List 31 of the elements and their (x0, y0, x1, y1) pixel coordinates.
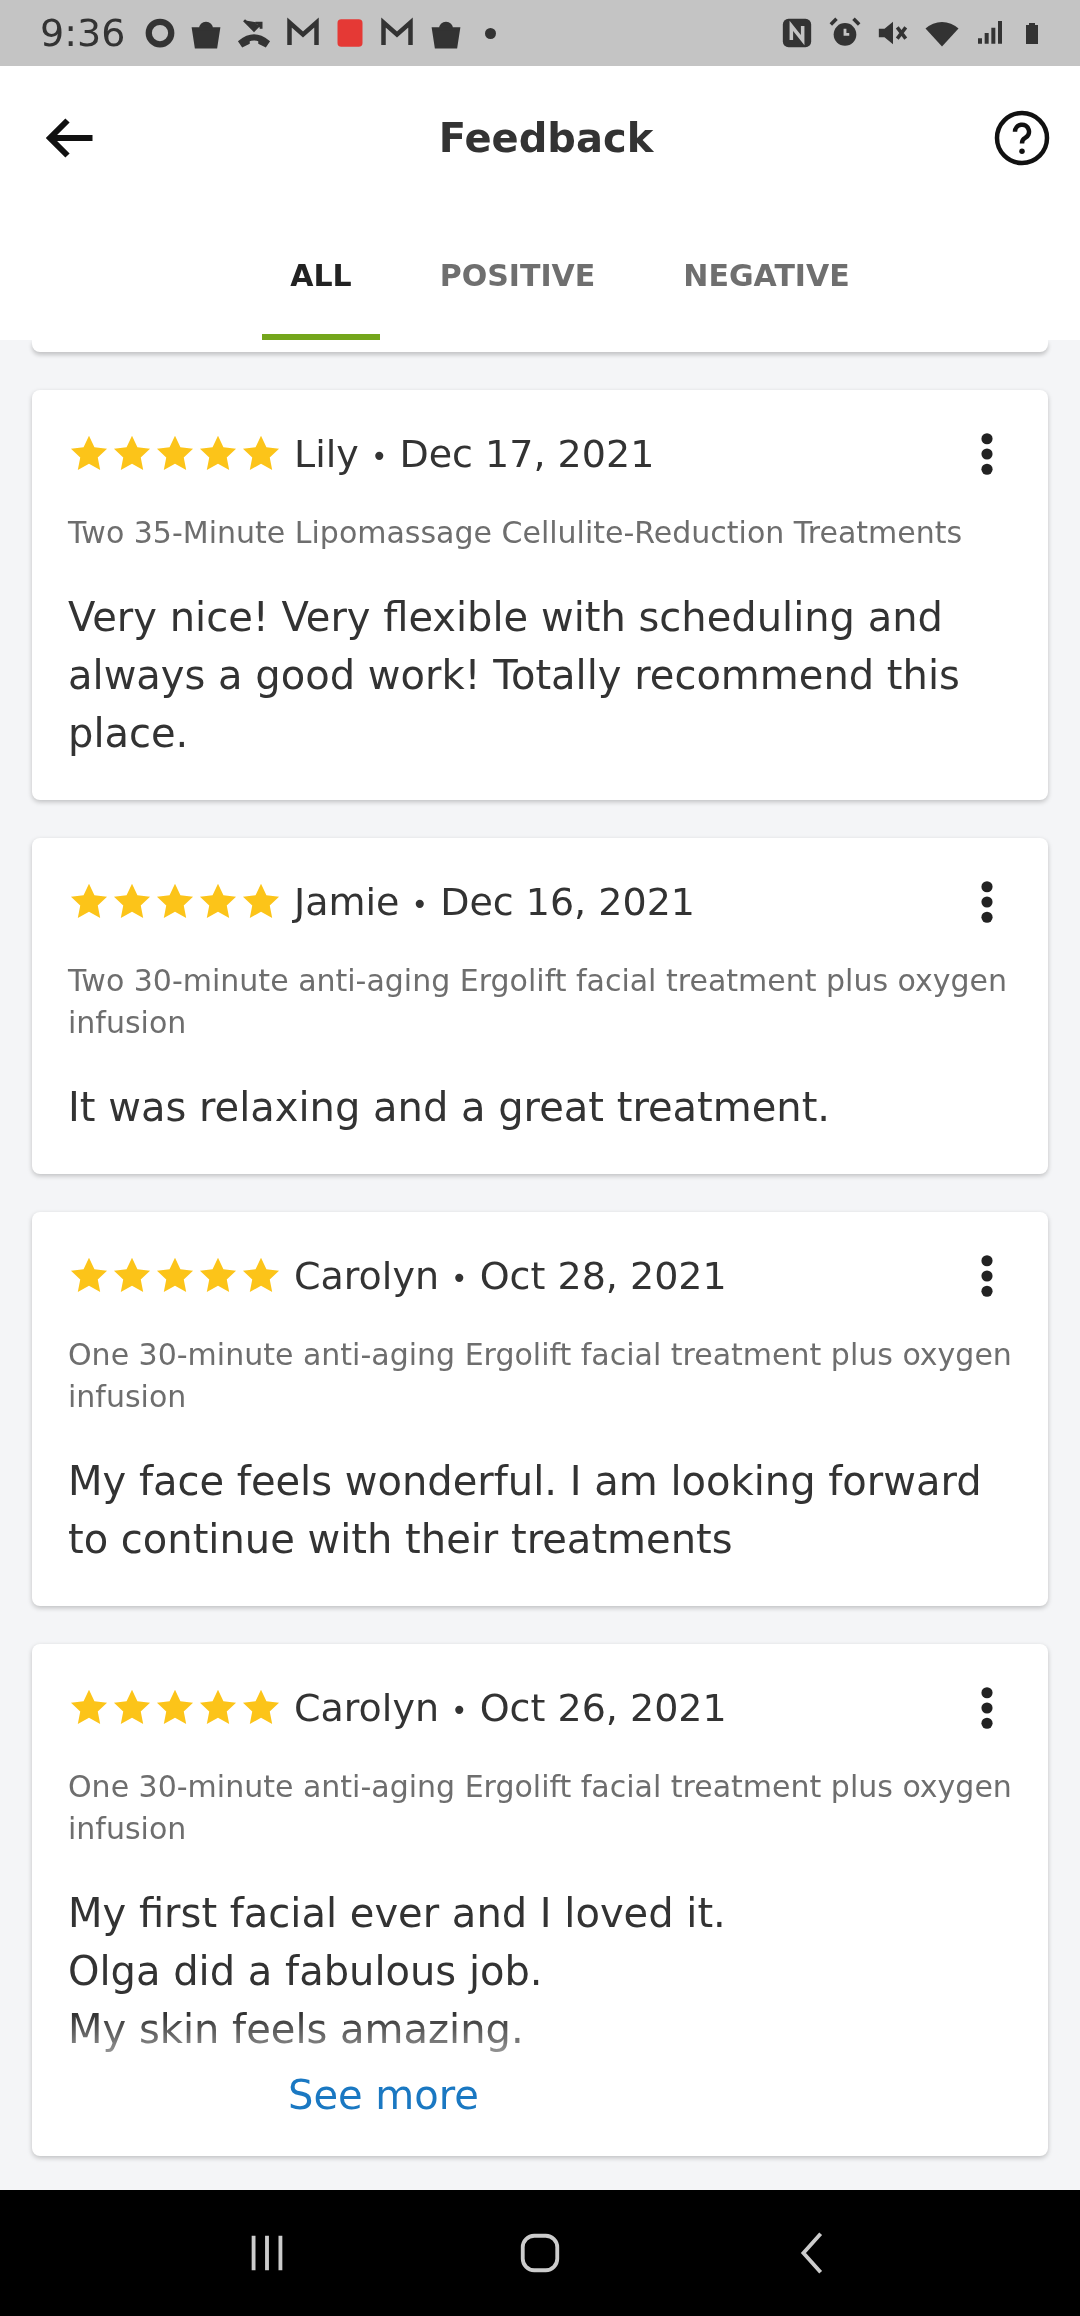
reviewer-name: Jamie (294, 880, 400, 924)
review-text: My first facial ever and I loved it. Olga did a fabulous job. My skin feels amazing. (68, 1889, 727, 2054)
review-text: Very nice! Very flexible with scheduling and always a good work! Totally recommend this place. (68, 593, 961, 758)
review-date: Dec 17, 2021 (399, 432, 655, 476)
separator: • (370, 440, 388, 473)
reviewer-name: Lily (294, 432, 359, 476)
review-date: Oct 26, 2021 (479, 1686, 727, 1730)
help-icon[interactable] (992, 108, 1052, 168)
status-time: 9:36 (40, 11, 126, 55)
filter-tab[interactable]: POSITIVE (411, 210, 624, 340)
see-more-link[interactable]: See more (288, 2072, 479, 2118)
more-options-icon[interactable] (980, 1686, 994, 1730)
service-name: One 30-minute anti-aging Ergolift facial treatment plus oxygen infusion (68, 1336, 1012, 1416)
separator: • (451, 1262, 468, 1295)
reviewer-name: Carolyn (294, 1686, 439, 1730)
dot-icon (485, 27, 497, 39)
review-date: Oct 28, 2021 (479, 1254, 727, 1298)
review-date: Dec 16, 2021 (440, 880, 695, 924)
more-options-icon[interactable] (980, 432, 994, 476)
service-name: Two 30-minute anti-aging Ergolift facial treatment plus oxygen infusion (68, 962, 1009, 1042)
review-text: My face feels wonderful. I am looking forward to continue with their treatments (68, 1457, 983, 1564)
review-text: It was relaxing and a great treatment. (68, 1083, 832, 1132)
more-options-icon[interactable] (980, 880, 994, 924)
filter-tab[interactable]: NEGATIVE (655, 210, 878, 340)
service-name: Two 35-Minute Lipomassage Cellulite-Reduction Treatments (68, 514, 964, 552)
separator: • (411, 888, 429, 921)
reviewer-name: Carolyn (294, 1254, 439, 1298)
service-name: One 30-minute anti-aging Ergolift facial treatment plus oxygen infusion (68, 1768, 1012, 1848)
page-title: Feedback (437, 115, 655, 161)
more-options-icon[interactable] (980, 1254, 994, 1298)
separator: • (451, 1694, 468, 1727)
